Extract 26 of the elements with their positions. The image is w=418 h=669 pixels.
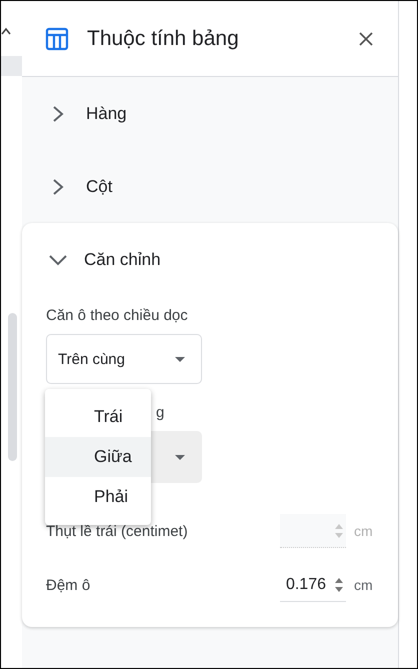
scrollbar[interactable] (8, 313, 17, 461)
section-header[interactable]: Cột (22, 150, 398, 223)
menu-item[interactable]: Trái (45, 397, 151, 437)
section-header[interactable]: Hàng (22, 77, 398, 150)
chevron-right-icon (52, 178, 64, 196)
unit-label: cm (354, 577, 374, 593)
table-icon (45, 26, 69, 50)
number-field[interactable]: 0.176 (280, 568, 346, 602)
chevron-down-icon (48, 254, 68, 266)
menu-item[interactable]: Phải (45, 477, 151, 517)
spinner-icon[interactable] (334, 576, 344, 592)
panel-title: Thuộc tính bảng (87, 26, 240, 50)
field-label: Căn ô theo chiều dọc (46, 307, 189, 324)
menu-item[interactable]: Giữa (45, 437, 151, 477)
dropdown-arrow-icon (175, 356, 185, 362)
field-label: Đệm ô (46, 576, 92, 594)
close-icon[interactable] (358, 30, 374, 46)
caret-up-icon[interactable] (1, 27, 11, 35)
field-label: Thụt lề trái (centimet) (46, 522, 189, 540)
unit-label: cm (354, 523, 374, 539)
section-header[interactable]: Căn chỉnh (22, 223, 398, 297)
toolbar-background (1, 56, 22, 76)
dropdown-arrow-icon (175, 454, 185, 460)
chevron-right-icon (52, 104, 64, 122)
dropdown[interactable]: Trên cùng (46, 334, 202, 384)
field-label: g (156, 404, 164, 421)
